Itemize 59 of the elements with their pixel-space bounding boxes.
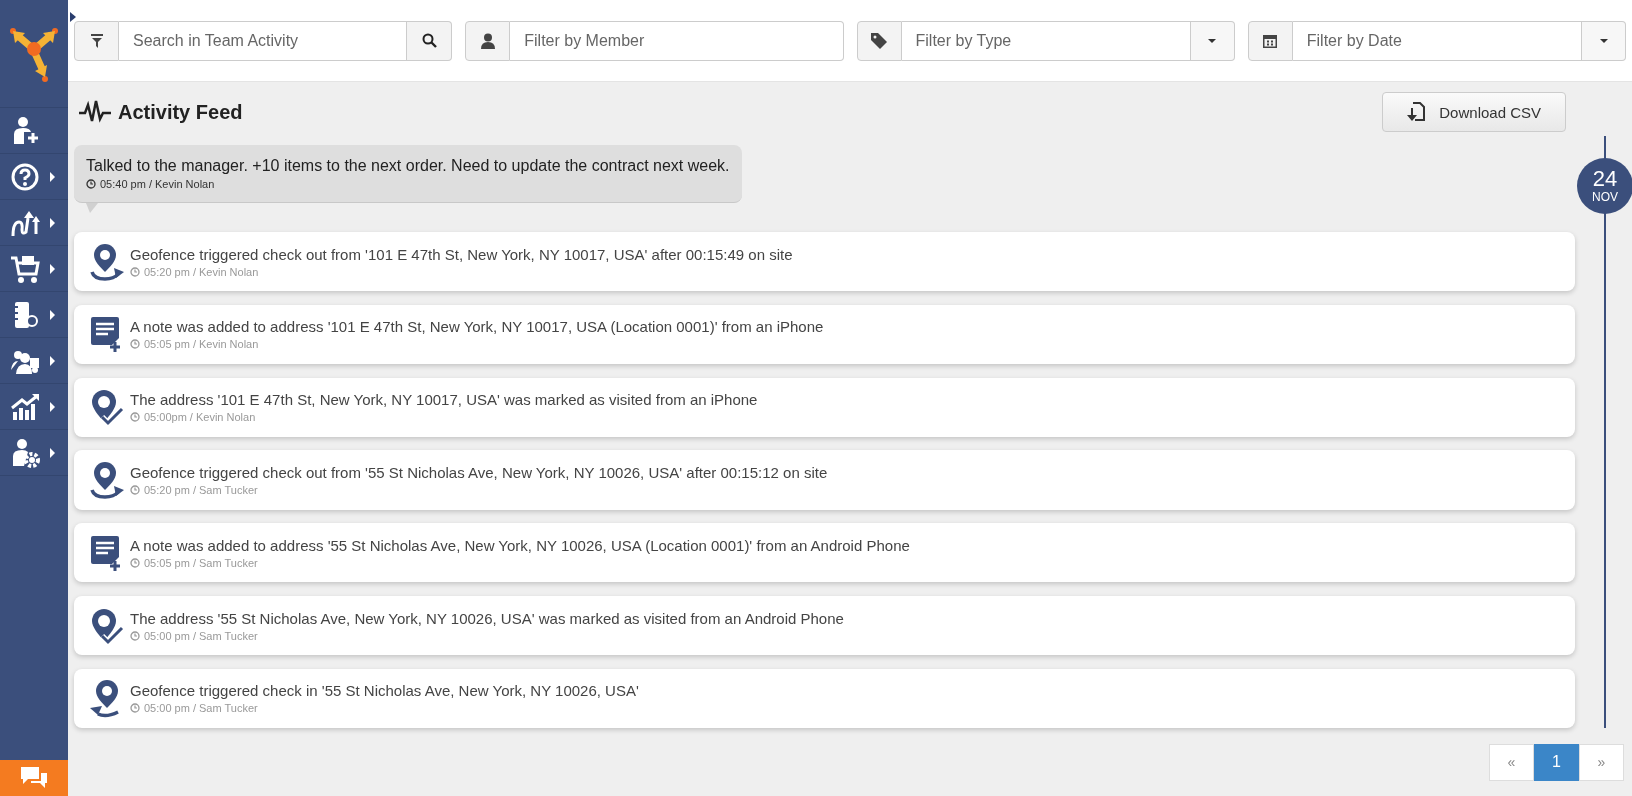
next-page-button[interactable]: »: [1579, 743, 1624, 781]
caret-icon: [50, 401, 55, 412]
clock-icon: [130, 557, 140, 568]
date-month: NOV: [1592, 190, 1618, 204]
activity-meta: 05:00 pm / Sam Tucker: [144, 629, 258, 642]
user-gear-icon: [10, 437, 40, 468]
filter-icon: [90, 33, 103, 48]
activity-text: Geofence triggered check out from '101 E 47th St, New York, NY 10017, USA' after 00:15:49 on site: [130, 245, 793, 263]
clock-icon: [130, 485, 140, 495]
chat-button[interactable]: [0, 760, 68, 796]
activity-text: The address '101 E 47th St, New York, NY 10017, USA' was marked as visited from an iPhone: [130, 391, 758, 409]
activity-text: A note was added to address '101 E 47th St, New York, NY 10017, USA (Location 0001)' from an iPhone: [130, 318, 824, 336]
download-button[interactable]: Download CSV: [1382, 92, 1566, 132]
page-button[interactable]: 1: [1534, 743, 1579, 781]
activity-meta: 05:00pm / Kevin Nolan: [144, 411, 256, 424]
search-field[interactable]: Search in Team Activity: [119, 20, 408, 61]
date-day: 24: [1592, 168, 1618, 190]
feed-title: Activity Feed: [118, 100, 243, 124]
search-button[interactable]: [407, 20, 453, 61]
filter-field[interactable]: Filter by Date: [1292, 20, 1582, 61]
pin-arrow-icon: [88, 460, 126, 500]
file-download-icon: [1407, 102, 1426, 122]
activity-text: Geofence triggered check in '55 St Nicholas Ave, New York, NY 10026, USA': [130, 682, 639, 700]
clock-icon: [130, 266, 140, 277]
user-icon: [480, 32, 495, 49]
activity-text: The address '55 St Nicholas Ave, New York, NY 10026, USA' was marked as visited from an Android Phone: [130, 609, 844, 627]
cart-icon: [10, 253, 40, 284]
caret-icon: [50, 171, 55, 182]
comment-text: Talked to the manager. +10 items to the next order. Need to update the contract next week.: [86, 157, 730, 175]
activity-text: A note was added to address '55 St Nicholas Ave, New York, NY 10026, USA (Location 0001)' from an Android Phone: [130, 536, 910, 554]
clock-icon: [130, 703, 140, 714]
filter-field[interactable]: Filter by Member: [510, 20, 844, 61]
clock-icon: [86, 179, 96, 189]
tag-icon: [871, 32, 887, 49]
activity-meta: 05:20 pm / Sam Tucker: [144, 484, 258, 496]
caret-icon: [50, 355, 55, 366]
calendar-icon: [1263, 33, 1278, 48]
search-icon: [421, 33, 437, 48]
clock-icon: [130, 630, 140, 641]
pin-arrow-icon: [88, 241, 126, 282]
activity-meta: 05:00 pm / Sam Tucker: [144, 702, 258, 715]
comment-meta: 05:40 pm / Kevin Nolan: [100, 178, 215, 190]
activity-text: Geofence triggered check out from '55 St Nicholas Ave, New York, NY 10026, USA' after 00:15:12 on site: [130, 464, 828, 481]
filter-field[interactable]: Filter by Type: [901, 20, 1191, 61]
clock-icon: [130, 339, 140, 350]
pulse-icon: [78, 100, 112, 124]
caret-icon: [50, 217, 55, 228]
caret-icon: [1599, 38, 1608, 43]
caret-icon: [1208, 38, 1217, 43]
clock-icon: [130, 412, 140, 423]
activity-meta: 05:05 pm / Kevin Nolan: [144, 338, 259, 351]
chart-icon: [10, 391, 40, 422]
caret-icon: [50, 263, 55, 274]
caret-icon: [50, 447, 55, 458]
caret-icon: [50, 309, 55, 320]
activity-meta: 05:20 pm / Kevin Nolan: [144, 265, 259, 278]
previous-page-button[interactable]: «: [1489, 743, 1534, 781]
help-icon: [10, 161, 40, 192]
activity-meta: 05:05 pm / Sam Tucker: [144, 556, 258, 569]
